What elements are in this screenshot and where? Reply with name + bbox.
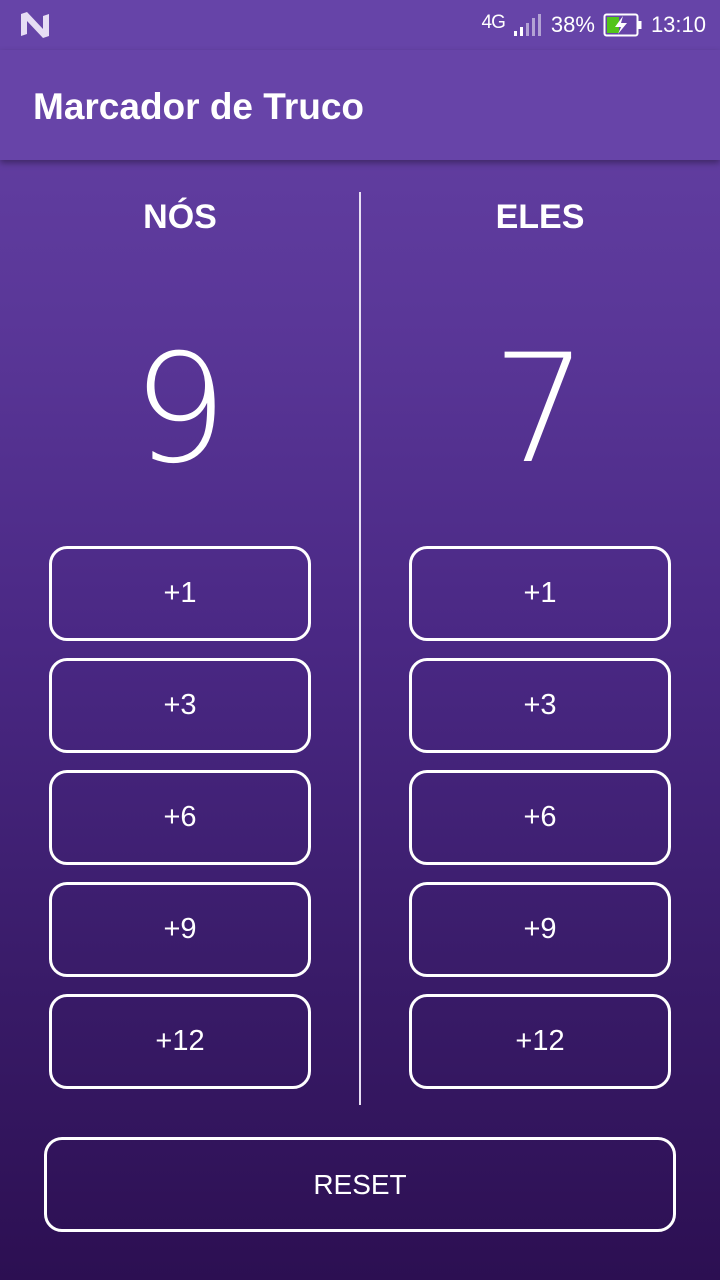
team-name-nos: NÓS bbox=[143, 198, 217, 236]
network-type: 4G bbox=[481, 12, 506, 33]
team-column-eles: ELES 7 +1 +3 +6 +9 +12 bbox=[360, 160, 720, 1100]
team-column-nos: NÓS 9 +1 +3 +6 +9 +12 bbox=[0, 160, 360, 1100]
score-nos: 9 bbox=[132, 323, 228, 497]
nos-add-9-button[interactable]: +9 bbox=[49, 882, 311, 977]
nos-add-6-button[interactable]: +6 bbox=[49, 770, 311, 865]
nos-add-3-button[interactable]: +3 bbox=[49, 658, 311, 753]
eles-add-9-button[interactable]: +9 bbox=[409, 882, 671, 977]
eles-add-12-button[interactable]: +12 bbox=[409, 994, 671, 1089]
signal-icon bbox=[513, 14, 541, 36]
battery-charging-icon bbox=[603, 13, 642, 37]
team-name-eles: ELES bbox=[495, 198, 585, 236]
score-eles: 7 bbox=[492, 323, 588, 497]
eles-add-3-button[interactable]: +3 bbox=[409, 658, 671, 753]
nos-add-1-button[interactable]: +1 bbox=[49, 546, 311, 641]
nos-add-12-button[interactable]: +12 bbox=[49, 994, 311, 1089]
android-n-icon bbox=[21, 12, 49, 38]
clock: 13:10 bbox=[650, 12, 706, 37]
eles-add-1-button[interactable]: +1 bbox=[409, 546, 671, 641]
app-title: Marcador de Truco bbox=[33, 86, 365, 127]
battery-percent: 38% bbox=[550, 12, 595, 37]
app-bar: Marcador de Truco bbox=[0, 50, 720, 160]
status-icons: 4G 38% 13:10 bbox=[482, 0, 706, 50]
eles-add-6-button[interactable]: +6 bbox=[409, 770, 671, 865]
reset-button[interactable]: RESET bbox=[44, 1137, 676, 1232]
status-bar: 4G 38% 13:10 bbox=[0, 0, 720, 50]
